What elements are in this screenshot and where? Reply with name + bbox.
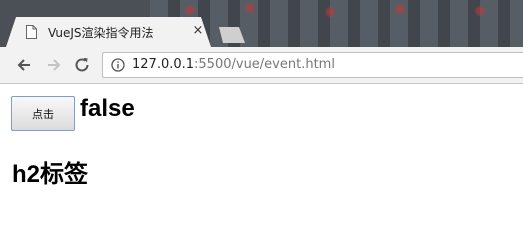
tab-strip: VueJS渲染指令用法 × (0, 0, 523, 47)
h2-heading: h2标签 (12, 161, 89, 188)
url-text[interactable]: 127.0.0.1:5500/vue/event.html (132, 57, 335, 72)
browser-toolbar: 127.0.0.1:5500/vue/event.html (0, 47, 523, 84)
document-icon (26, 25, 37, 39)
address-bar[interactable]: 127.0.0.1:5500/vue/event.html (102, 52, 523, 78)
reload-icon[interactable] (72, 55, 92, 75)
click-button[interactable]: 点击 (11, 96, 75, 131)
tab-title: VueJS渲染指令用法 (48, 26, 154, 40)
info-icon[interactable] (111, 58, 125, 72)
page-content: 点击 false h2标签 (0, 84, 523, 245)
url-host: 127.0.0.1 (132, 57, 195, 72)
arrow-left-icon[interactable] (14, 55, 34, 75)
bool-value-text: false (80, 95, 135, 122)
tab-active[interactable]: VueJS渲染指令用法 × (6, 17, 211, 47)
url-path: :5500/vue/event.html (194, 57, 335, 72)
arrow-right-icon[interactable] (44, 55, 64, 75)
browser-window: VueJS渲染指令用法 × 127.0.0.1:5500/vue/event.h… (0, 0, 523, 245)
close-icon[interactable]: × (192, 24, 204, 38)
